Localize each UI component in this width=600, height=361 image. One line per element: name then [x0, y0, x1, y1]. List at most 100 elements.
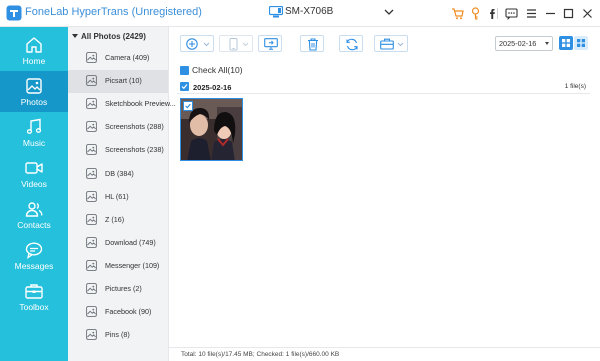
sidebar-item-videos[interactable]: Videos	[0, 153, 68, 194]
album-icon	[86, 236, 97, 248]
chevron-down-icon	[242, 42, 249, 47]
contacts-icon	[25, 202, 43, 217]
add-button[interactable]	[180, 35, 214, 52]
check-icon	[181, 67, 188, 74]
chevron-down-icon	[203, 42, 210, 47]
chevron-down-icon[interactable]	[384, 8, 394, 16]
grid-view-button[interactable]	[559, 36, 573, 50]
album-label: Pictures (2)	[105, 284, 142, 293]
device-icon	[269, 6, 283, 18]
app-window: FoneLab HyperTrans (Unregistered) SM-X70…	[0, 0, 600, 361]
sidebar-item-contacts[interactable]: Contacts	[0, 194, 68, 235]
album-item[interactable]: Screenshots (238)	[68, 139, 168, 162]
export-to-pc-button[interactable]	[258, 35, 282, 52]
album-item[interactable]: Screenshots (288)	[68, 116, 168, 139]
album-item[interactable]: Messenger (109)	[68, 255, 168, 278]
collapse-triangle-icon[interactable]	[72, 34, 78, 38]
sidebar-item-label: Toolbox	[19, 302, 49, 312]
album-label: Messenger (109)	[105, 260, 160, 270]
export-to-device-icon	[229, 38, 238, 51]
album-icon	[86, 213, 97, 225]
delete-button[interactable]	[300, 35, 324, 52]
album-label: HL (61)	[105, 191, 129, 201]
device-name: SM-X706B	[285, 6, 334, 17]
album-label: Facebook (90)	[105, 307, 152, 317]
sidebar-item-messages[interactable]: Messages	[0, 235, 68, 276]
sidebar-item-toolbox[interactable]: Toolbox	[0, 276, 68, 317]
album-icon	[86, 144, 97, 156]
sidebar-item-label: Contacts	[17, 220, 51, 230]
add-icon	[186, 38, 198, 50]
album-item[interactable]: Sketchbook Preview...	[68, 93, 176, 116]
videos-icon	[25, 162, 43, 174]
menu-icon[interactable]	[525, 7, 538, 20]
album-label: Screenshots (238)	[105, 145, 164, 155]
delete-icon	[308, 38, 318, 51]
check-all-checkbox[interactable]	[180, 66, 189, 75]
album-label: DB (384)	[105, 168, 134, 178]
sidebar-item-label: Videos	[21, 179, 47, 189]
album-icon	[86, 329, 97, 341]
album-icon	[86, 52, 97, 63]
export-to-device-button[interactable]	[219, 35, 253, 52]
album-label: Picsart (10)	[105, 76, 142, 86]
album-item[interactable]: Download (749)	[68, 232, 168, 255]
sidebar-item-label: Home	[22, 56, 46, 66]
home-icon	[26, 37, 42, 53]
date-group-label: 2025-02-16	[193, 83, 232, 92]
album-icon	[86, 260, 97, 271]
photo-thumbnail[interactable]	[180, 98, 243, 161]
close-icon[interactable]	[581, 7, 594, 20]
list-view-icon	[577, 39, 585, 47]
sidebar-item-photos[interactable]: Photos	[0, 71, 68, 112]
album-item[interactable]: Picsart (10)	[68, 70, 168, 94]
date-group-header: 2025-02-16 1 file(s)	[177, 81, 590, 94]
status-text: Total: 10 file(s)/17.45 MB; Checked: 1 f…	[181, 351, 340, 358]
status-bar: Total: 10 file(s)/17.45 MB; Checked: 1 f…	[169, 347, 600, 361]
album-label: Download (749)	[105, 237, 156, 247]
sidebar-item-music[interactable]: Music	[0, 112, 68, 153]
app-title: FoneLab HyperTrans (Unregistered)	[25, 6, 202, 18]
date-filter-value: 2025-02-16	[499, 39, 537, 48]
music-icon	[26, 118, 42, 134]
maximize-icon[interactable]	[562, 7, 575, 20]
album-item[interactable]: Pictures (2)	[68, 278, 168, 301]
album-label: Sketchbook Preview...	[105, 99, 176, 109]
album-icon	[86, 121, 97, 133]
date-filter-select[interactable]: 2025-02-16	[495, 36, 553, 51]
check-icon	[185, 103, 191, 109]
album-icon	[86, 190, 97, 202]
sidebar-item-label: Messages	[14, 261, 54, 271]
toolbox-icon	[25, 284, 43, 299]
title-bar: FoneLab HyperTrans (Unregistered) SM-X70…	[0, 0, 600, 27]
album-icon	[86, 306, 97, 317]
chevron-down-icon	[397, 42, 404, 47]
sidebar-item-label: Photos	[20, 97, 48, 107]
album-list: All Photos (2429) Camera (409) Picsart (1…	[68, 27, 176, 361]
album-item[interactable]: Facebook (90)	[68, 301, 168, 324]
photos-icon	[26, 78, 42, 94]
album-item[interactable]: Pins (8)	[68, 324, 168, 347]
key-icon[interactable]	[469, 7, 482, 20]
sidebar-item-home[interactable]: Home	[0, 30, 68, 71]
device-selector[interactable]: SM-X706B	[268, 3, 394, 23]
album-item[interactable]: DB (384)	[68, 163, 168, 186]
album-icon	[86, 167, 97, 179]
minimize-icon[interactable]	[544, 7, 557, 20]
all-photos-label: All Photos (2429)	[81, 32, 146, 41]
toolbox-icon	[380, 38, 394, 50]
feedback-icon[interactable]	[505, 7, 518, 20]
album-label: Screenshots (288)	[105, 122, 164, 132]
album-item[interactable]: Z (16)	[68, 209, 168, 232]
refresh-button[interactable]	[339, 35, 363, 52]
check-all-label: Check All(10)	[192, 65, 243, 75]
cart-icon[interactable]	[451, 7, 464, 20]
album-item[interactable]: HL (61)	[68, 186, 168, 209]
date-group-checkbox[interactable]	[180, 82, 189, 91]
all-photos-header[interactable]: All Photos (2429)	[72, 32, 146, 41]
toolbox-button[interactable]	[374, 35, 408, 52]
album-icon	[86, 75, 97, 86]
photo-checkbox[interactable]	[183, 101, 193, 111]
list-view-button[interactable]	[574, 36, 588, 50]
album-item[interactable]: Camera (409)	[68, 47, 168, 70]
